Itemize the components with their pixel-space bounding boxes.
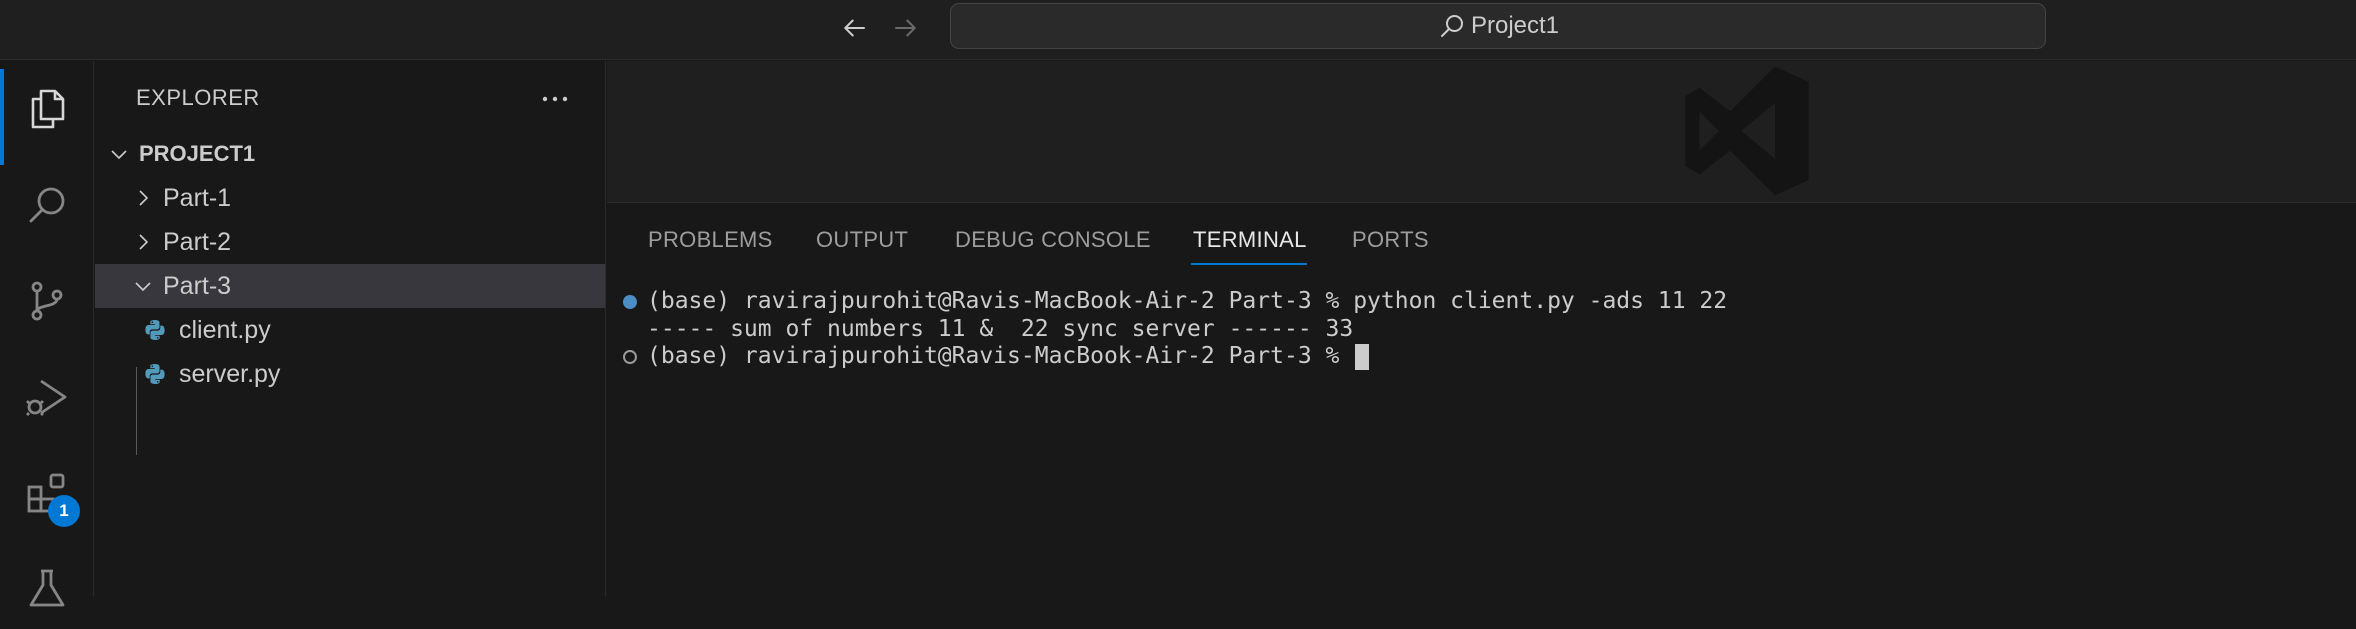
tab-terminal[interactable]: TERMINAL [1193, 227, 1307, 253]
more-actions-icon[interactable] [535, 89, 575, 109]
forward-button[interactable] [888, 12, 924, 44]
terminal-cursor [1355, 343, 1370, 370]
activity-bar: 1 [0, 61, 94, 607]
back-button[interactable] [836, 12, 872, 44]
tree-item-label: client.py [179, 315, 271, 344]
tree-item-label: Part-2 [163, 227, 232, 256]
arrow-right-icon [895, 19, 916, 37]
terminal-prompt: (base) ravirajpurohit@Ravis-MacBook-Air-… [647, 343, 1354, 369]
tree-item-part-2[interactable]: Part-2 [95, 220, 605, 264]
command-center-search[interactable]: Project1 [950, 3, 2046, 49]
command-success-decoration[interactable] [623, 295, 637, 309]
bottom-panel: PROBLEMS OUTPUT DEBUG CONSOLE TERMINAL P… [607, 202, 2356, 596]
beaker-icon [29, 569, 65, 607]
sidebar-title: EXPLORER [136, 85, 260, 110]
activity-run-debug[interactable] [0, 357, 94, 437]
chevron-down-icon [111, 150, 127, 160]
tab-output[interactable]: OUTPUT [816, 227, 908, 253]
search-icon [29, 187, 65, 223]
title-bar: Project1 [0, 0, 2356, 60]
activity-source-control[interactable] [0, 261, 94, 341]
command-pending-decoration[interactable] [623, 350, 637, 364]
terminal-line: ----- sum of numbers 11 & 22 sync server… [647, 316, 1354, 342]
tree-item-label: Part-1 [163, 183, 232, 212]
files-icon [31, 89, 65, 129]
tree-item-server-py[interactable]: server.py [95, 352, 605, 396]
terminal-line: (base) ravirajpurohit@Ravis-MacBook-Air-… [647, 288, 1728, 314]
tab-debug-console[interactable]: DEBUG CONSOLE [955, 227, 1151, 253]
run-debug-icon [26, 379, 67, 416]
tree-item-client-py[interactable]: client.py [95, 308, 605, 352]
active-tab-indicator [1191, 263, 1307, 265]
extensions-badge: 1 [48, 495, 80, 527]
editor-area [607, 61, 2356, 202]
project-root-label: PROJECT1 [139, 141, 256, 166]
tree-item-part-3[interactable]: Part-3 [95, 264, 605, 308]
activity-extensions[interactable] [0, 453, 94, 533]
explorer-sidebar: EXPLORER PROJECT1 Part-1 Part-2 Part-3 c… [95, 61, 606, 596]
python-file-icon [145, 364, 165, 384]
activity-testing[interactable] [0, 549, 94, 629]
source-control-icon [31, 281, 63, 321]
tree-item-part-1[interactable]: Part-1 [95, 176, 605, 220]
vscode-logo-icon [1685, 66, 1809, 196]
chevron-down-icon [135, 282, 151, 292]
chevron-right-icon [139, 190, 149, 206]
tree-item-label: server.py [179, 359, 281, 388]
search-icon [1440, 15, 1463, 37]
activity-explorer[interactable] [0, 69, 94, 165]
python-file-icon [145, 320, 165, 340]
activity-search[interactable] [0, 165, 94, 245]
tab-ports[interactable]: PORTS [1352, 227, 1429, 253]
chevron-right-icon [139, 234, 149, 250]
arrow-left-icon [844, 19, 865, 37]
project-root[interactable]: PROJECT1 [95, 132, 605, 176]
command-center-label: Project1 [1470, 12, 1560, 39]
panel-tabs: PROBLEMS OUTPUT DEBUG CONSOLE TERMINAL P… [607, 203, 2356, 267]
tab-problems[interactable]: PROBLEMS [648, 227, 773, 253]
terminal-prompt-line: (base) ravirajpurohit@Ravis-MacBook-Air-… [647, 342, 1370, 370]
tree-item-label: Part-3 [163, 271, 232, 300]
